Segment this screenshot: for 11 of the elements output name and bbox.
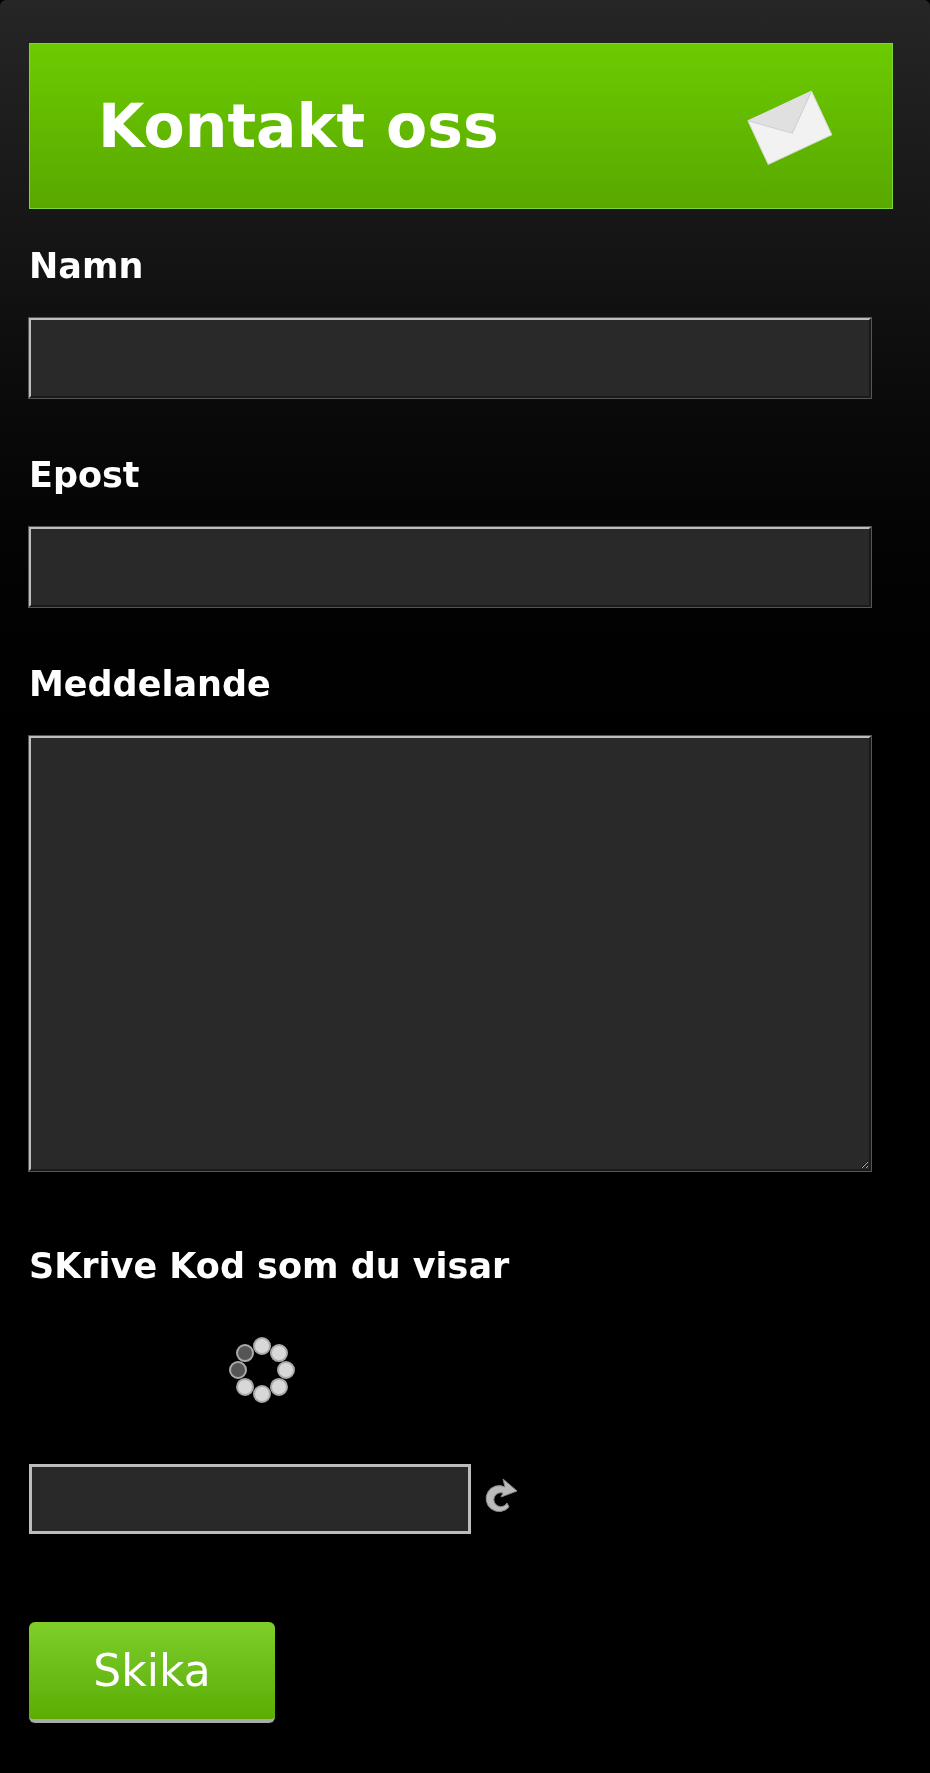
text-field[interactable]	[29, 527, 871, 607]
captcha-label: SKrive Kod som du visar	[29, 1249, 511, 1284]
header-title: Kontakt oss	[98, 96, 499, 156]
captcha-field[interactable]	[29, 1464, 471, 1534]
field-label: Meddelande	[29, 667, 272, 702]
loading-spinner-icon	[228, 1336, 296, 1404]
field-label: Namn	[29, 249, 145, 284]
message-field[interactable]	[29, 736, 871, 1171]
submit-button[interactable]: Skika	[29, 1622, 275, 1723]
text-field[interactable]	[29, 318, 871, 398]
field-label: Epost	[29, 458, 141, 493]
